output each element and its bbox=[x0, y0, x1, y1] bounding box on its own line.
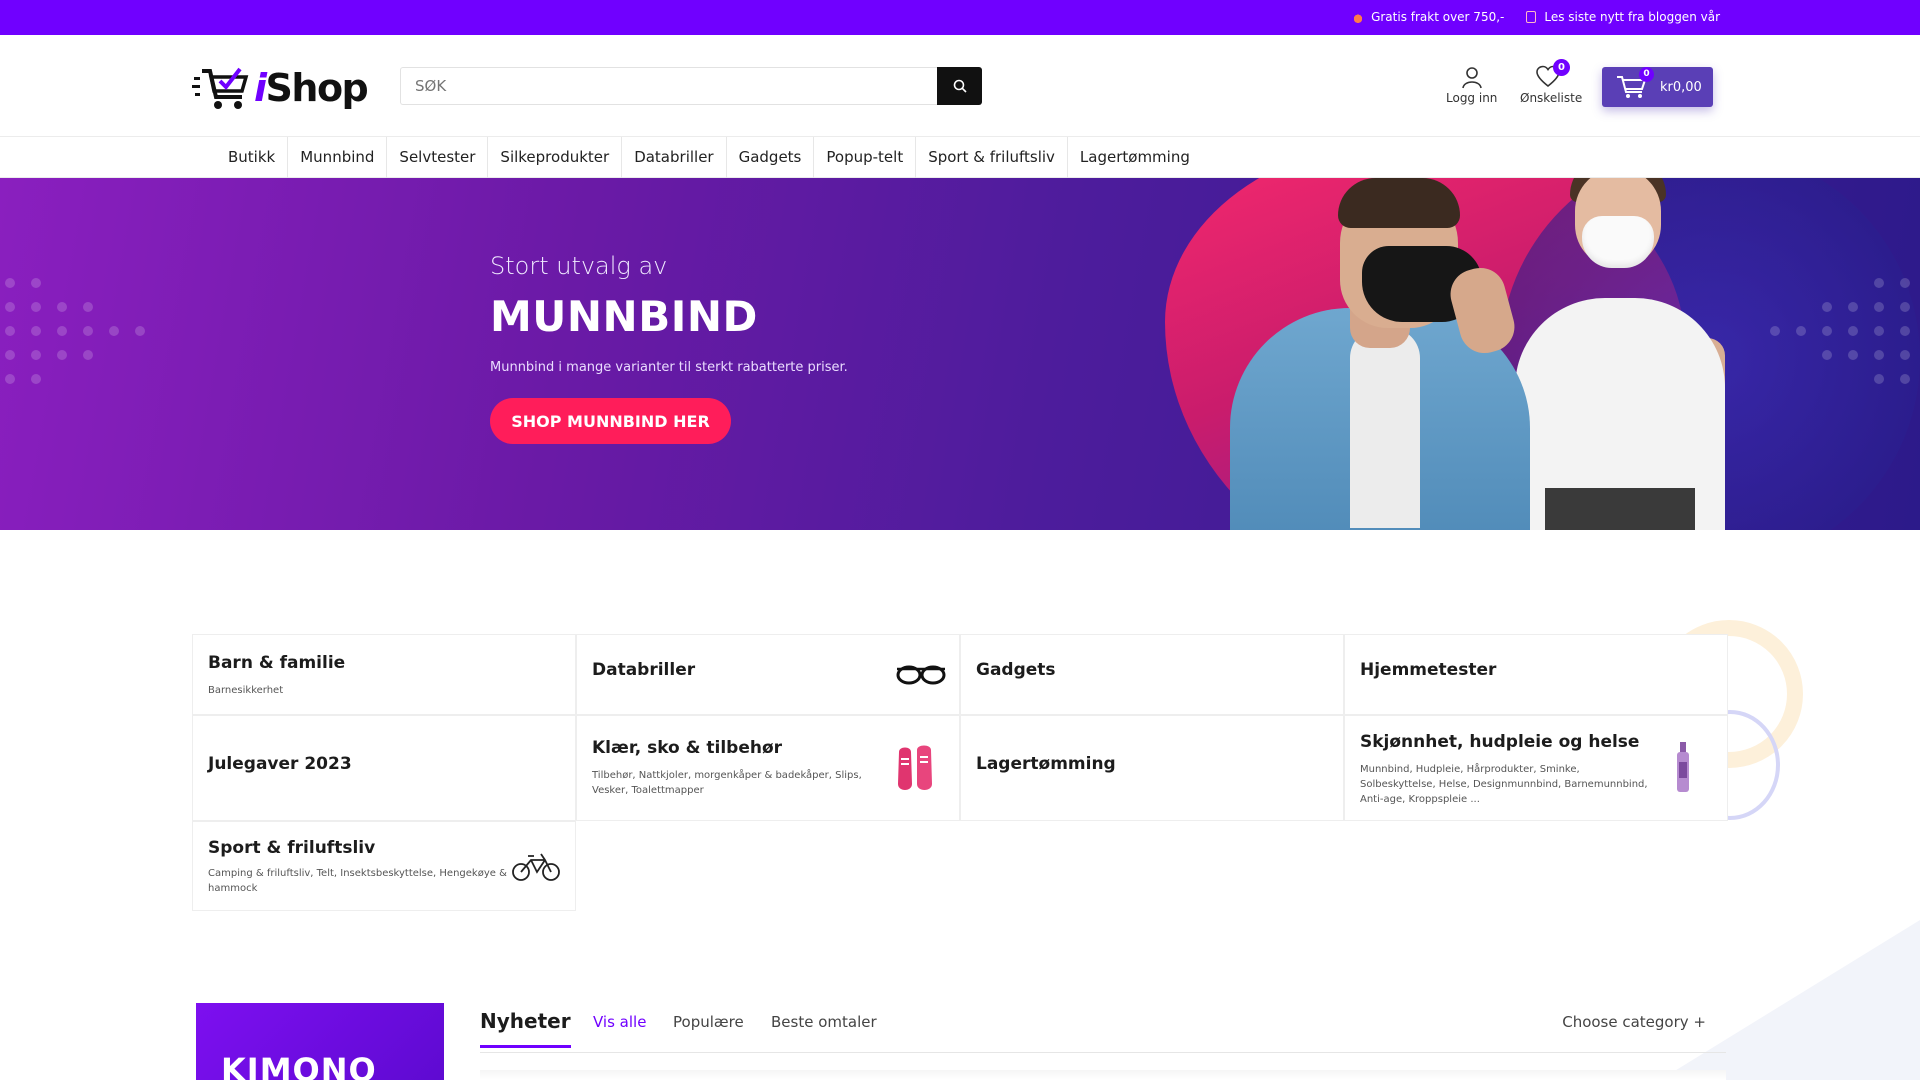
category-julegaver-2023[interactable]: Julegaver 2023 bbox=[192, 715, 576, 821]
bicycle-icon bbox=[512, 853, 560, 881]
choose-category-dropdown[interactable]: Choose category + bbox=[1562, 1013, 1706, 1031]
ishop-logo[interactable]: iShop bbox=[192, 63, 369, 113]
wishlist-button[interactable]: 0 Ønskeliste bbox=[1520, 59, 1582, 105]
perfume-bottle-icon bbox=[1677, 742, 1689, 792]
nav-item-databriller[interactable]: Databriller bbox=[622, 137, 727, 178]
user-icon bbox=[1461, 67, 1482, 89]
category-sport-friluftsliv[interactable]: Sport & friluftsliv Camping & friluftsli… bbox=[192, 821, 576, 911]
cart-logo-icon bbox=[192, 67, 249, 109]
nav-item-munnbind[interactable]: Munnbind bbox=[288, 137, 388, 178]
hero-dots-left bbox=[5, 278, 147, 384]
category-name: Julegaver 2023 bbox=[208, 754, 352, 774]
deco-shape bbox=[1660, 920, 1920, 1080]
subcategory-links[interactable]: Camping & friluftsliv, Telt, Insektsbesk… bbox=[208, 866, 508, 896]
category-name: Barn & familie bbox=[208, 653, 346, 673]
category-name: Skjønnhet, hudpleie og helse bbox=[1360, 732, 1640, 752]
search-input[interactable] bbox=[400, 67, 937, 105]
cart-count-badge: 0 bbox=[1639, 67, 1654, 82]
mail-icon bbox=[1526, 11, 1537, 23]
product-tabs: Nyheter Vis alle Populære Beste omtaler … bbox=[480, 1009, 1726, 1053]
top-bar: Gratis frakt over 750,- Les siste nytt f… bbox=[0, 0, 1920, 35]
fire-icon bbox=[1353, 11, 1364, 23]
product-area-edge bbox=[480, 1070, 1726, 1080]
subcategory-link[interactable]: Barnesikkerhet bbox=[208, 683, 283, 698]
blog-link[interactable]: Les siste nytt fra bloggen vår bbox=[1526, 10, 1720, 24]
nav-item-silkeprodukter[interactable]: Silkeprodukter bbox=[488, 137, 623, 178]
main-nav: Butikk Munnbind Selvtester Silkeprodukte… bbox=[0, 137, 1920, 178]
category-klaer-sko-tilbehor[interactable]: Klær, sko & tilbehør Tilbehør, Nattkjole… bbox=[576, 715, 960, 821]
category-barn-familie[interactable]: Barn & familie Barnesikkerhet bbox=[192, 634, 576, 715]
category-name: Hjemmetester bbox=[1360, 660, 1497, 680]
nav-item-butikk[interactable]: Butikk bbox=[216, 137, 289, 178]
site-header: iShop Logg inn 0 Ønskeliste 0 bbox=[0, 35, 1920, 137]
hero-banner: Stort utvalg av MUNNBIND Munnbind i mang… bbox=[0, 178, 1920, 530]
category-name: Databriller bbox=[592, 660, 696, 680]
nav-item-lagertomming[interactable]: Lagertømming bbox=[1068, 137, 1202, 178]
search-icon bbox=[953, 79, 967, 93]
nav-item-selvtester[interactable]: Selvtester bbox=[387, 137, 489, 178]
search-bar bbox=[400, 67, 982, 105]
free-shipping-link[interactable]: Gratis frakt over 750,- bbox=[1353, 10, 1504, 24]
sneakers-icon bbox=[898, 745, 932, 790]
category-gadgets[interactable]: Gadgets bbox=[960, 634, 1344, 715]
subcategory-links[interactable]: Tilbehør, Nattkjoler, morgenkåper & bade… bbox=[592, 768, 882, 798]
nav-item-gadgets[interactable]: Gadgets bbox=[727, 137, 815, 178]
wishlist-label: Ønskeliste bbox=[1520, 91, 1583, 105]
nav-item-popup-telt[interactable]: Popup-telt bbox=[814, 137, 917, 178]
login-button[interactable]: Logg inn bbox=[1446, 65, 1497, 105]
white-mask bbox=[1582, 216, 1654, 268]
category-name: Gadgets bbox=[976, 660, 1056, 680]
nav-item-sport[interactable]: Sport & friluftsliv bbox=[916, 137, 1068, 178]
search-button[interactable] bbox=[937, 67, 982, 105]
category-lagertomming[interactable]: Lagertømming bbox=[960, 715, 1344, 821]
kimono-promo-banner[interactable]: KIMONO bbox=[196, 1003, 444, 1080]
tab-beste-omtaler[interactable]: Beste omtaler bbox=[771, 1013, 877, 1031]
free-shipping-text: Gratis frakt over 750,- bbox=[1371, 10, 1505, 24]
category-name: Klær, sko & tilbehør bbox=[592, 738, 783, 758]
shop-munnbind-button[interactable]: SHOP MUNNBIND HER bbox=[490, 398, 731, 444]
category-hjemmetester[interactable]: Hjemmetester bbox=[1344, 634, 1728, 715]
hero-description: Munnbind i mange varianter til sterkt ra… bbox=[490, 360, 848, 375]
category-name: Lagertømming bbox=[976, 754, 1116, 774]
category-databriller[interactable]: Databriller bbox=[576, 634, 960, 715]
hero-title: MUNNBIND bbox=[490, 292, 758, 341]
cart-amount: kr0,00 bbox=[1660, 79, 1702, 95]
tab-nyheter[interactable]: Nyheter bbox=[480, 1009, 571, 1048]
see-all-link[interactable]: Vis alle bbox=[593, 1013, 646, 1031]
logo-text: iShop bbox=[254, 66, 369, 110]
hero-subtitle: Stort utvalg av bbox=[490, 252, 668, 280]
hero-dots-right bbox=[1770, 278, 1912, 384]
cart-button[interactable]: 0 kr0,00 bbox=[1602, 67, 1713, 107]
category-name: Sport & friluftsliv bbox=[208, 838, 376, 858]
blog-text: Les siste nytt fra bloggen vår bbox=[1544, 10, 1720, 24]
glasses-icon bbox=[896, 665, 946, 685]
category-skjonnhet-hudpleie-helse[interactable]: Skjønnhet, hudpleie og helse Munnbind, H… bbox=[1344, 715, 1728, 821]
login-label: Logg inn bbox=[1446, 91, 1498, 105]
wishlist-count-badge: 0 bbox=[1553, 59, 1570, 76]
subcategory-links[interactable]: Munnbind, Hudpleie, Hårprodukter, Sminke… bbox=[1360, 762, 1658, 807]
kimono-label: KIMONO bbox=[221, 1051, 377, 1080]
tab-populaere[interactable]: Populære bbox=[673, 1013, 744, 1031]
